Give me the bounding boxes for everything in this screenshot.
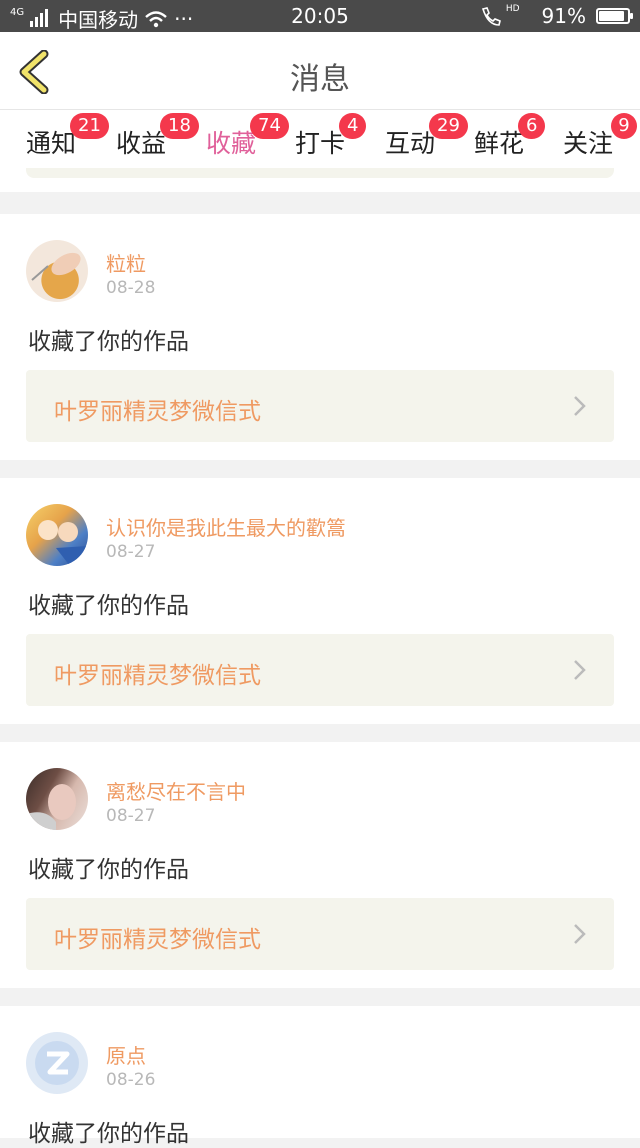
tab-label: 互动 [385,129,436,158]
avatar-image [31,252,81,281]
message-card: 离愁尽在不言中 08-27 收藏了你的作品 叶罗丽精灵梦微信式 [0,742,640,988]
action-text: 收藏了你的作品 [28,857,189,883]
chevron-right-icon [574,396,586,416]
tab-interactions[interactable]: 互动 29 [385,113,468,160]
message-card: 原点 08-26 收藏了你的作品 [0,1006,640,1147]
work-link[interactable]: 叶罗丽精灵梦微信式 [26,898,614,970]
work-title: 叶罗丽精灵梦微信式 [54,399,261,425]
avatar-image [38,520,88,566]
count-badge: 74 [250,113,289,139]
username[interactable]: 原点 [106,1040,146,1069]
tab-label: 鲜花 [474,129,525,158]
message-date: 08-27 [106,806,156,826]
chevron-right-icon [574,660,586,680]
tab-notifications[interactable]: 通知 21 [26,113,109,160]
count-badge: 9 [611,113,637,139]
tab-label: 通知 [26,129,77,158]
message-card: 认识你是我此生最大的歡篙 08-27 收藏了你的作品 叶罗丽精灵梦微信式 [0,478,640,724]
tab-label: 收藏 [206,129,257,158]
header: 消息 [0,32,640,110]
battery-icon [596,8,633,24]
avatar[interactable] [26,240,88,302]
message-card: 粒粒 08-28 收藏了你的作品 叶罗丽精灵梦微信式 [0,214,640,460]
username[interactable]: 粒粒 [106,248,146,277]
count-badge: 29 [429,113,468,139]
count-badge: 4 [339,113,367,139]
work-title: 叶罗丽精灵梦微信式 [54,927,261,953]
work-title: 叶罗丽精灵梦微信式 [54,663,261,689]
message-date: 08-26 [106,1070,156,1090]
work-link[interactable]: 叶罗丽精灵梦微信式 [26,370,614,442]
avatar[interactable] [26,768,88,830]
tab-divider [26,168,614,178]
work-link[interactable]: 叶罗丽精灵梦微信式 [26,634,614,706]
tab-bar: 通知 21 收益 18 收藏 74 打卡 4 互动 29 鲜花 6 关注 9 [0,110,640,192]
message-date: 08-28 [106,278,156,298]
hd-call-icon [481,7,501,26]
chevron-right-icon [574,924,586,944]
status-bar: 4G 中国移动 ··· 20:05 HD 91% [0,0,640,32]
username[interactable]: 认识你是我此生最大的歡篙 [106,512,346,541]
message-date: 08-27 [106,542,156,562]
avatar[interactable] [26,1032,88,1094]
tab-label: 收益 [116,129,167,158]
avatar-image [26,784,76,830]
avatar[interactable] [26,504,88,566]
tab-favorites[interactable]: 收藏 74 [206,113,289,175]
tab-flowers[interactable]: 鲜花 6 [474,113,546,160]
action-text: 收藏了你的作品 [28,329,189,355]
hd-label: HD [505,4,520,14]
count-badge: 18 [160,113,199,139]
tab-follows[interactable]: 关注 9 [563,113,637,160]
count-badge: 6 [518,113,546,139]
battery-percent: 91% [541,4,586,28]
count-badge: 21 [70,113,109,139]
tab-checkin[interactable]: 打卡 4 [295,113,367,160]
tab-earnings[interactable]: 收益 18 [116,113,199,160]
page-title: 消息 [290,62,350,97]
action-text: 收藏了你的作品 [28,1121,189,1147]
tab-label: 打卡 [295,129,346,158]
action-text: 收藏了你的作品 [28,593,189,619]
default-avatar-icon [35,1041,79,1085]
tab-label: 关注 [563,129,614,158]
status-right: HD 91% [480,4,633,28]
username[interactable]: 离愁尽在不言中 [106,776,246,805]
